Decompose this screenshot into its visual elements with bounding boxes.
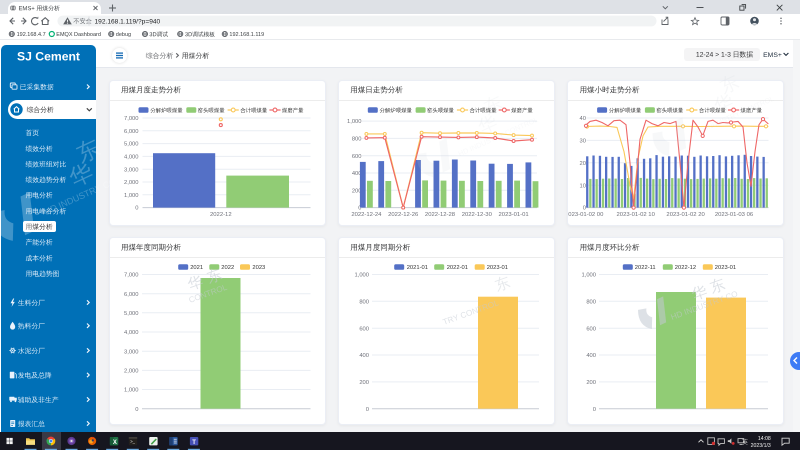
svg-text:192.168.1.119/?p=940: 192.168.1.119/?p=940 [95, 18, 161, 25]
svg-text:5,000: 5,000 [124, 311, 139, 317]
svg-text:2022-12-24: 2022-12-24 [351, 212, 382, 218]
svg-text:192.168.4.7: 192.168.4.7 [17, 32, 46, 38]
svg-text:2022-12-28: 2022-12-28 [425, 212, 456, 218]
svg-text:2021: 2021 [190, 265, 203, 271]
svg-text:0: 0 [366, 407, 369, 413]
svg-text:EMS+: EMS+ [763, 52, 782, 59]
svg-text:4,000: 4,000 [124, 330, 139, 336]
svg-text:>_: >_ [130, 439, 135, 444]
svg-text:0: 0 [135, 206, 138, 212]
svg-text:600: 600 [359, 326, 369, 332]
svg-text:4,000: 4,000 [124, 155, 139, 161]
svg-text:2021-01: 2021-01 [407, 265, 428, 271]
svg-text:2023-01: 2023-01 [487, 265, 508, 271]
svg-text:2023-01-02 10: 2023-01-02 10 [617, 212, 656, 218]
svg-text:2022-01: 2022-01 [447, 265, 468, 271]
svg-text:14:08: 14:08 [758, 436, 771, 442]
svg-text:2023/1/3: 2023/1/3 [751, 443, 771, 449]
svg-text:30: 30 [580, 139, 586, 145]
svg-text:2022-12-30: 2022-12-30 [462, 212, 493, 218]
svg-text:2023-01: 2023-01 [715, 265, 736, 271]
svg-text:5,000: 5,000 [124, 142, 139, 148]
svg-text:3,000: 3,000 [124, 349, 139, 355]
svg-text:2022-12: 2022-12 [210, 212, 232, 218]
svg-text:0: 0 [583, 206, 586, 212]
svg-text:10: 10 [580, 183, 586, 189]
svg-text:1,000: 1,000 [347, 119, 362, 125]
svg-text:400: 400 [586, 353, 596, 359]
svg-text:20: 20 [580, 161, 586, 167]
svg-text:2023-01-03 06: 2023-01-03 06 [715, 212, 754, 218]
svg-text:2,000: 2,000 [124, 180, 139, 186]
svg-text:200: 200 [586, 380, 596, 386]
svg-text:X: X [113, 440, 117, 446]
svg-text:200: 200 [359, 380, 369, 386]
svg-text:SJ Cement: SJ Cement [17, 49, 80, 63]
svg-text:800: 800 [352, 137, 362, 143]
svg-text:192.168.1.119: 192.168.1.119 [229, 32, 264, 38]
svg-text:1,000: 1,000 [124, 193, 139, 199]
svg-text:40: 40 [580, 116, 586, 122]
svg-text:0: 0 [593, 407, 596, 413]
svg-text:600: 600 [352, 154, 362, 160]
svg-text:7,000: 7,000 [124, 273, 139, 279]
svg-text:0: 0 [135, 407, 138, 413]
svg-text:023-01-02 00: 023-01-02 00 [568, 212, 604, 218]
svg-text:6,000: 6,000 [124, 292, 139, 298]
svg-text:800: 800 [586, 299, 596, 305]
svg-text:2,000: 2,000 [124, 369, 139, 375]
svg-text:400: 400 [359, 353, 369, 359]
svg-text:2023-01-01: 2023-01-01 [499, 212, 529, 218]
svg-text:800: 800 [359, 299, 369, 305]
svg-text:1,000: 1,000 [581, 273, 596, 279]
svg-text:2022-11: 2022-11 [635, 265, 656, 271]
svg-text:2022-12: 2022-12 [675, 265, 696, 271]
svg-text:debug: debug [116, 32, 131, 38]
svg-text:1,000: 1,000 [354, 273, 369, 279]
svg-text:2023: 2023 [252, 265, 265, 271]
svg-text:2023-01-02 20: 2023-01-02 20 [666, 212, 705, 218]
svg-text:2022-12-26: 2022-12-26 [388, 212, 419, 218]
svg-text:7,000: 7,000 [124, 116, 139, 122]
svg-text:EMQX Dashboard: EMQX Dashboard [56, 32, 101, 38]
svg-text:2022: 2022 [221, 265, 234, 271]
svg-text:6,000: 6,000 [124, 129, 139, 135]
svg-text:T: T [192, 440, 196, 446]
svg-text:1,000: 1,000 [124, 388, 139, 394]
svg-text:600: 600 [586, 326, 596, 332]
